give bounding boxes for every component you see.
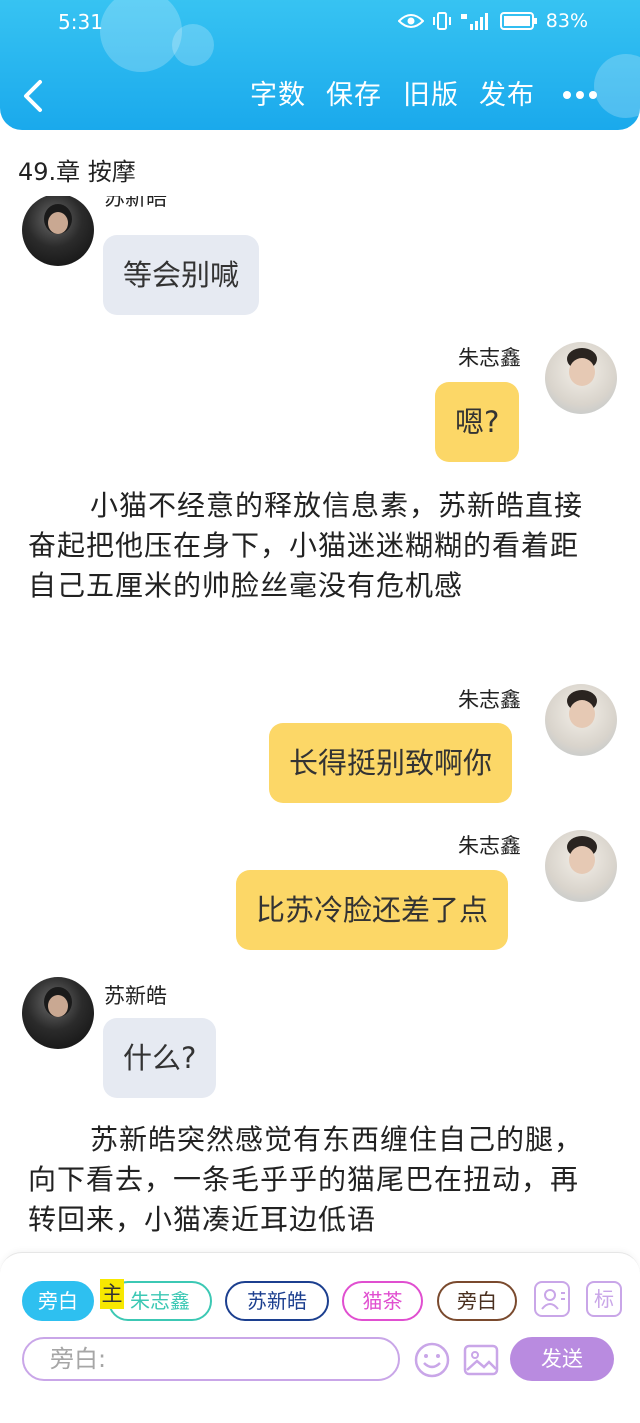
role-chip-label: 朱志鑫 [130,1289,190,1313]
input-placeholder: 旁白: [50,1345,107,1373]
role-chip-label: 旁白 [457,1289,497,1313]
toolbar: 字数 保存 旧版 发布 [0,66,640,126]
speaker-name: 苏新皓 [104,984,167,1008]
narration-text[interactable]: 苏新皓突然感觉有东西缠住自己的腿，向下看去，一条毛乎乎的猫尾巴在扭动，再转回来，… [28,1120,598,1240]
back-icon[interactable] [20,78,50,114]
chat-bubble[interactable]: 长得挺别致啊你 [269,723,513,803]
chat-bubble[interactable]: 等会别喊 [103,235,260,315]
tag-icon-label: 标 [594,1287,614,1311]
speaker-name: 苏新皓 [104,196,167,210]
chat-bubble[interactable]: 比苏冷脸还差了点 [236,870,509,950]
contact-icon[interactable] [534,1281,570,1317]
main-role-tag: 主 [100,1279,124,1309]
send-button[interactable]: 发送 [510,1337,614,1381]
image-icon[interactable] [462,1341,500,1379]
composer-panel: 旁白 朱志鑫 主 苏新皓 猫茶 旁白 标 旁白: 发送 [0,1252,640,1423]
role-chip-maocha[interactable]: 猫茶 [342,1281,423,1321]
chat-bubble[interactable]: 什么? [103,1018,217,1098]
eye-icon [397,14,424,28]
chat-bubble[interactable]: 嗯? [435,382,520,462]
status-time: 5:31 [58,10,103,34]
vibrate-icon [432,12,451,30]
role-chip-label: 猫茶 [362,1289,403,1313]
battery-percent: 83% [545,10,588,32]
avatar-zhu-zhixin[interactable] [545,830,617,902]
role-chip-narrator[interactable]: 旁白 [22,1281,94,1321]
word-count-button[interactable]: 字数 [250,78,306,114]
narration-text[interactable]: 小猫不经意的释放信息素，苏新皓直接奋起把他压在身下，小猫迷迷糊糊的看着距自己五厘… [28,486,598,606]
avatar-zhu-zhixin[interactable] [545,684,617,756]
app-header: 5:31 83% 字数 保存 旧版 发布 [0,0,640,130]
role-chip-narrator-2[interactable]: 旁白 [437,1281,517,1321]
emoji-icon[interactable] [413,1341,451,1379]
chat-content[interactable]: 苏新皓 等会别喊 朱志鑫 嗯? 小猫不经意的释放信息素，苏新皓直接奋起把他压在身… [0,196,640,1250]
publish-button[interactable]: 发布 [479,78,535,114]
status-icons: 83% [397,10,588,32]
speaker-name: 朱志鑫 [458,688,521,712]
role-chip-label: 旁白 [38,1289,78,1313]
narration-input[interactable]: 旁白: [22,1337,400,1381]
speaker-name: 朱志鑫 [458,834,521,858]
status-bar: 5:31 83% [0,0,640,48]
role-chip-su-xinhao[interactable]: 苏新皓 [225,1281,329,1321]
chapter-title: 49.章 按摩 [18,158,136,186]
tag-icon[interactable]: 标 [586,1281,622,1317]
avatar-su-xinhao[interactable] [22,196,94,266]
save-button[interactable]: 保存 [326,78,382,114]
speaker-name: 朱志鑫 [458,346,521,370]
more-icon[interactable] [562,90,598,100]
old-version-button[interactable]: 旧版 [403,78,459,114]
role-chip-label: 苏新皓 [247,1289,307,1313]
avatar-su-xinhao[interactable] [22,977,94,1049]
avatar-zhu-zhixin[interactable] [545,342,617,414]
signal-icon [460,13,488,30]
battery-icon [499,12,537,30]
